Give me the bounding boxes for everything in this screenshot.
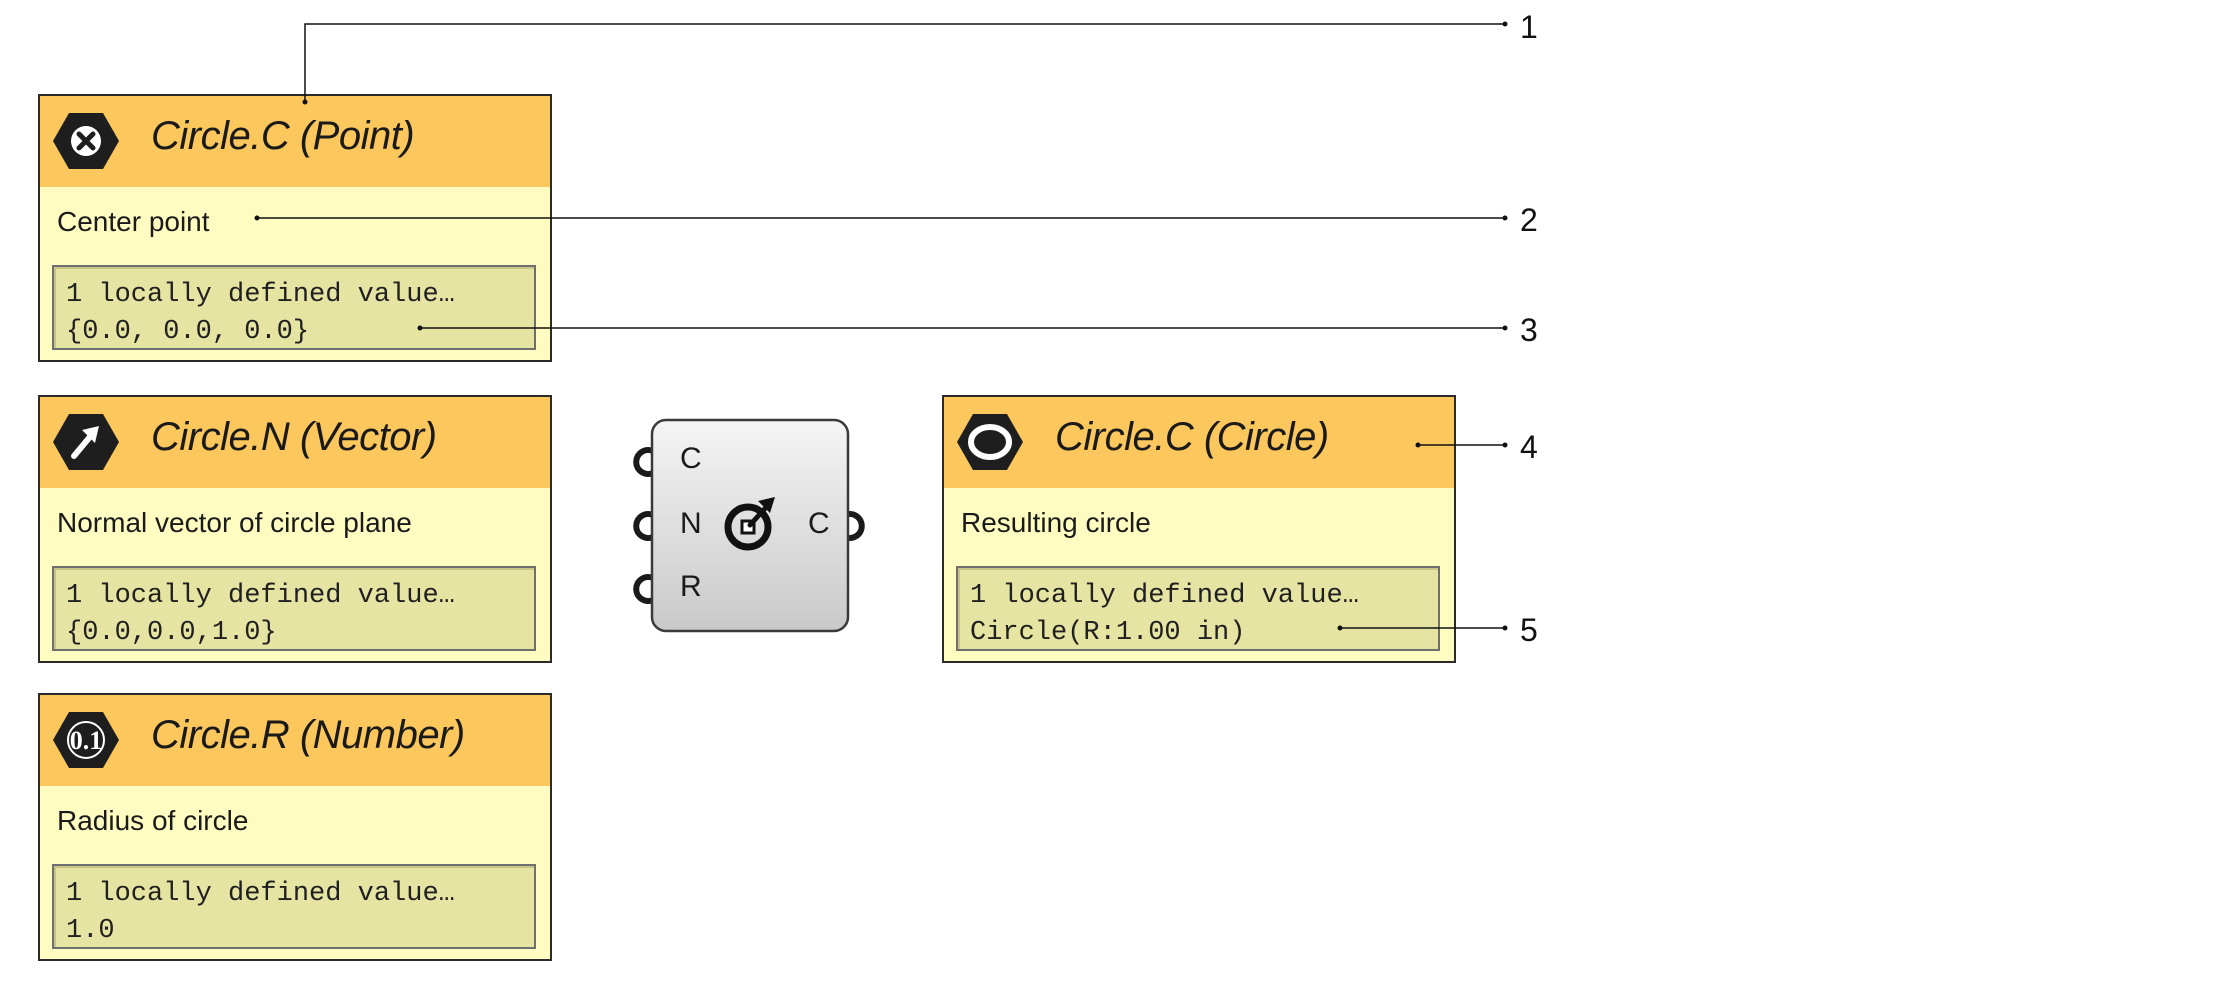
callout-number-3: 3 xyxy=(1520,312,1538,348)
callout-leaders xyxy=(254,21,1508,631)
callout-number-1: 1 xyxy=(1520,9,1538,45)
leader-line-1 xyxy=(304,23,1505,102)
callout-number-4: 4 xyxy=(1520,429,1538,465)
callout-number-2: 2 xyxy=(1520,202,1538,238)
callout-number-5: 5 xyxy=(1520,612,1538,648)
